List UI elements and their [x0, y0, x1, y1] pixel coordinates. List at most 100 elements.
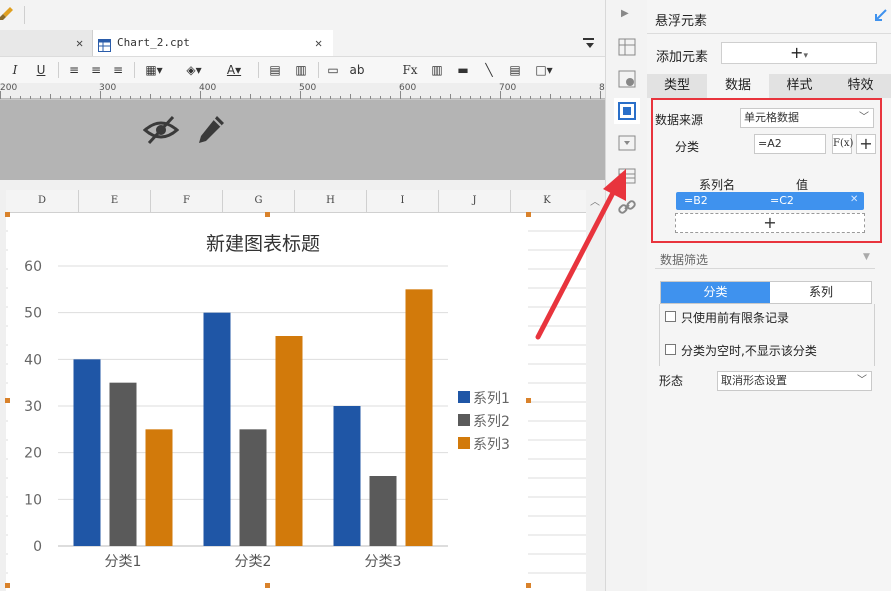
- tab-bar: ✕ Chart_2.cpt ✕: [0, 30, 605, 57]
- y-tick-label: 40: [24, 352, 42, 368]
- legend-label: 系列1: [473, 391, 510, 407]
- resize-handle[interactable]: [526, 583, 531, 588]
- brush-icon[interactable]: [0, 6, 14, 22]
- add-element-button-label: +: [790, 43, 804, 62]
- table-file-icon: [98, 36, 111, 52]
- cell-attribute-icon[interactable]: [618, 38, 636, 56]
- condition-attribute-icon[interactable]: [618, 135, 636, 151]
- image-icon[interactable]: ▬: [454, 61, 472, 79]
- y-tick-label: 0: [33, 539, 42, 555]
- eye-hidden-icon[interactable]: [142, 114, 180, 146]
- chart-title: 新建图表标题: [206, 233, 320, 255]
- chevron-down-icon: ﹀: [857, 375, 867, 386]
- add-element-label: 添加元素: [656, 50, 709, 65]
- ruler-mark: 600: [399, 83, 417, 93]
- chart-icon[interactable]: ▥: [428, 61, 446, 79]
- sub-report-icon[interactable]: ▤: [506, 61, 524, 79]
- close-tab-icon[interactable]: ✕: [315, 30, 322, 56]
- highlight-box: [651, 98, 882, 243]
- align-left-icon[interactable]: ≡: [66, 61, 82, 79]
- ruler-mark: 300: [99, 83, 117, 93]
- resize-handle[interactable]: [5, 583, 10, 588]
- frame-icon[interactable]: □▾: [532, 61, 556, 79]
- legend-swatch: [458, 414, 470, 426]
- filter-tab-series[interactable]: 系列: [771, 282, 871, 303]
- tab-chart-file[interactable]: Chart_2.cpt ✕: [93, 30, 333, 56]
- bar: [275, 336, 303, 546]
- legend-label: 系列2: [473, 414, 510, 430]
- resize-handle[interactable]: [265, 212, 270, 217]
- bar: [405, 289, 433, 546]
- close-tab-icon[interactable]: ✕: [76, 30, 83, 56]
- resize-handle[interactable]: [526, 398, 531, 403]
- bar: [203, 312, 231, 546]
- font-color-icon[interactable]: A▾: [220, 61, 248, 79]
- slash-icon[interactable]: ╲: [480, 61, 498, 79]
- expand-panel-icon[interactable]: [873, 9, 887, 23]
- column-header-cell[interactable]: I: [367, 190, 439, 212]
- panel-title: 悬浮元素: [655, 14, 708, 29]
- annotation-arrow: [535, 169, 626, 340]
- resize-handle[interactable]: [265, 583, 270, 588]
- form-select[interactable]: 取消形态设置 ﹀: [717, 371, 872, 391]
- tab-data[interactable]: 数据: [707, 74, 769, 98]
- form-label: 形态: [659, 374, 684, 388]
- add-element-button[interactable]: +▾: [721, 42, 877, 64]
- tab-previous-file[interactable]: ✕: [0, 30, 93, 56]
- chart-float-element[interactable]: 新建图表标题 0 10 20 30 40 50 60 分类1 分类2 分类3 系列1 系列2 系列3: [8, 215, 528, 587]
- column-header-cell[interactable]: F: [151, 190, 223, 212]
- border-icon[interactable]: ▦▾: [141, 61, 167, 79]
- pencil-icon[interactable]: [195, 113, 227, 147]
- collapse-arrow-icon[interactable]: ▶: [621, 8, 629, 19]
- legend-swatch: [458, 437, 470, 449]
- y-tick-label: 50: [24, 306, 42, 322]
- column-header-cell[interactable]: G: [223, 190, 295, 212]
- ruler-mark: 200: [0, 83, 18, 93]
- split-cells-icon[interactable]: ▥: [292, 61, 310, 79]
- insert-cell-icon[interactable]: ▭: [324, 61, 342, 79]
- merge-cells-icon[interactable]: ▤: [266, 61, 284, 79]
- filter-tab-category[interactable]: 分类: [661, 282, 770, 303]
- report-header-area: [0, 100, 605, 180]
- tab-style[interactable]: 样式: [769, 74, 830, 98]
- tab-type[interactable]: 类型: [647, 74, 707, 98]
- align-center-icon[interactable]: ≡: [88, 61, 104, 79]
- format-toolbar: I U ≡ ≡ ≡ ▦▾ ◈▾ A▾ ▤ ▥ ▭ ab Fx ▥ ▬ ╲ ▤ □…: [0, 57, 605, 84]
- ruler-mark: 400: [199, 83, 217, 93]
- column-header-cell[interactable]: E: [79, 190, 151, 212]
- top-toolbar: [0, 0, 605, 31]
- ruler-mark: 700: [499, 83, 517, 93]
- resize-handle[interactable]: [5, 212, 10, 217]
- tab-menu-icon[interactable]: [582, 36, 596, 50]
- column-header-cell[interactable]: D: [6, 190, 79, 212]
- widget-settings-icon[interactable]: [618, 70, 636, 88]
- limit-records-checkbox[interactable]: [665, 311, 676, 322]
- tab-effects[interactable]: 特效: [830, 74, 891, 98]
- formula-icon[interactable]: Fx: [400, 61, 420, 79]
- underline-icon[interactable]: U: [34, 61, 48, 79]
- column-header: D E F G H I J K: [6, 190, 586, 213]
- italic-icon[interactable]: I: [8, 61, 22, 79]
- fill-color-icon[interactable]: ◈▾: [180, 61, 208, 79]
- bar-chart: 新建图表标题 0 10 20 30 40 50 60 分类1 分类2 分类3 系列1 系列2 系列3: [24, 233, 510, 570]
- x-tick-label: 分类3: [365, 554, 402, 570]
- column-header-cell[interactable]: J: [439, 190, 511, 212]
- float-element-icon[interactable]: [614, 98, 640, 124]
- x-tick-label: 分类1: [105, 554, 142, 570]
- bar: [109, 382, 137, 546]
- hide-empty-category-checkbox[interactable]: [665, 344, 676, 355]
- resize-handle[interactable]: [5, 398, 10, 403]
- y-tick-label: 10: [24, 492, 42, 508]
- align-right-icon[interactable]: ≡: [110, 61, 126, 79]
- text-icon[interactable]: ab: [348, 61, 366, 79]
- column-header-cell[interactable]: H: [295, 190, 367, 212]
- ruler: 200 300 400 500 600 700 800: [0, 83, 605, 100]
- data-filter-header[interactable]: 数据筛选 ▼: [655, 248, 875, 269]
- legend-swatch: [458, 391, 470, 403]
- form-value: 取消形态设置: [721, 374, 787, 387]
- data-filter-title: 数据筛选: [660, 253, 709, 267]
- collapse-icon: ▼: [863, 252, 870, 262]
- bar: [239, 429, 267, 546]
- x-tick-label: 分类2: [235, 554, 272, 570]
- ruler-mark: 500: [299, 83, 317, 93]
